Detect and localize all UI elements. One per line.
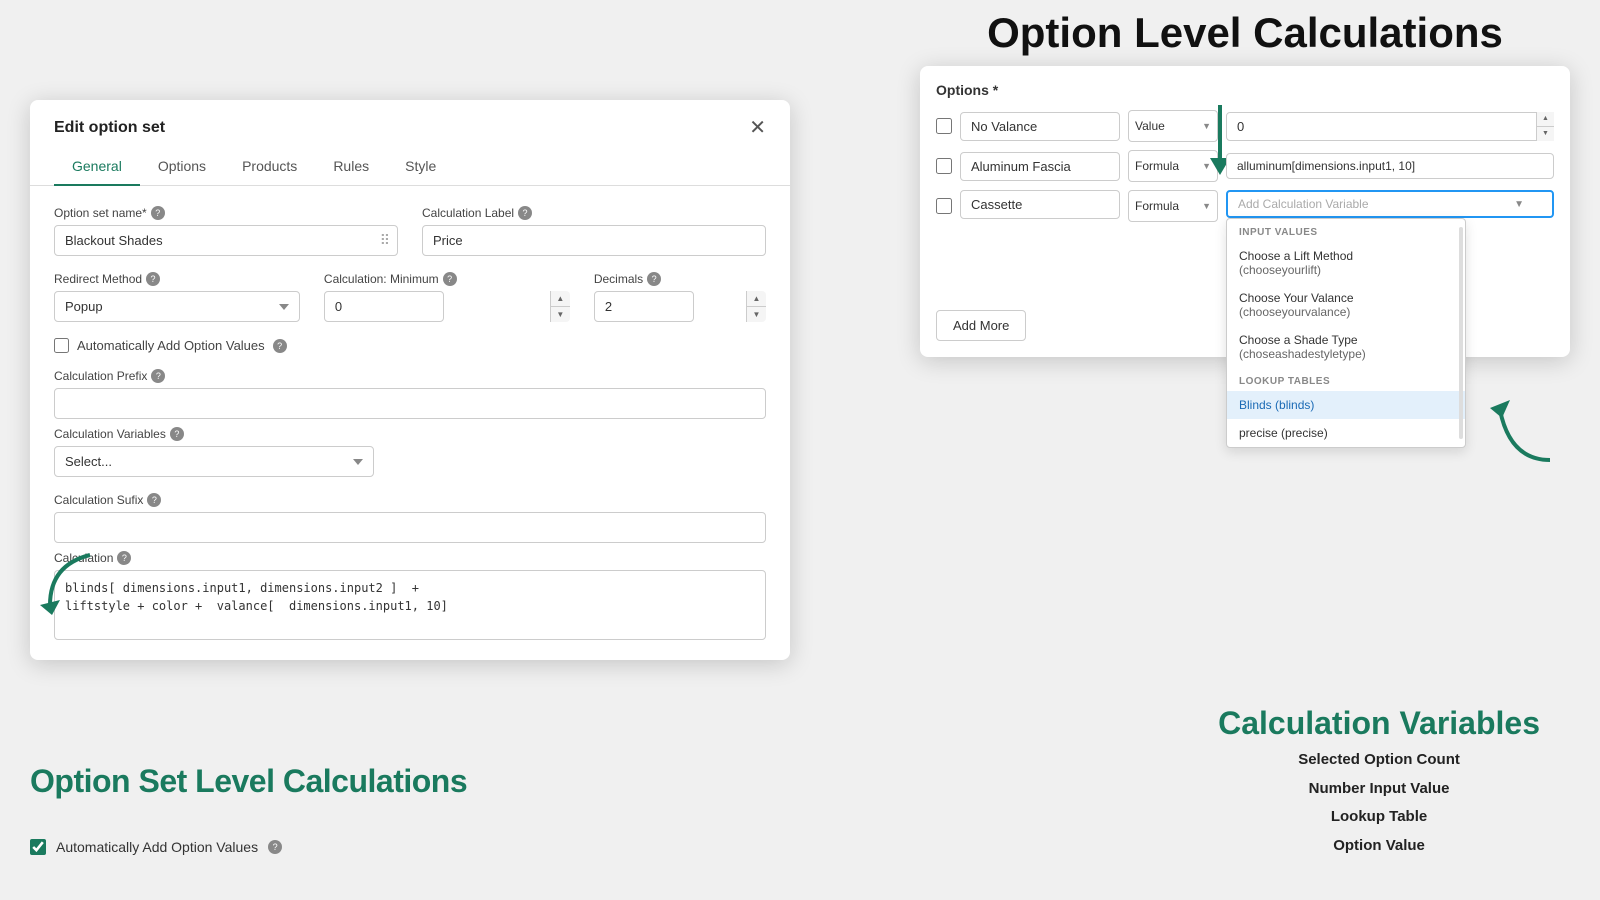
calc-prefix-label: Calculation Prefix ? <box>54 369 766 383</box>
option-row-2: Formula ▼ alluminum[dimensions.input1, 1… <box>936 150 1554 182</box>
lookup-tables-section-label: LOOKUP TABLES <box>1227 368 1465 391</box>
tab-style[interactable]: Style <box>387 148 454 186</box>
option-1-value-input[interactable] <box>1226 112 1554 141</box>
tab-products[interactable]: Products <box>224 148 315 186</box>
option-set-name-label: Option set name* ? <box>54 206 398 220</box>
option-3-name-input[interactable] <box>960 190 1120 219</box>
calculation-textarea[interactable]: blinds[ dimensions.input1, dimensions.in… <box>54 570 766 640</box>
decimals-label: Decimals ? <box>594 272 766 286</box>
calc-variables-select[interactable]: Select... <box>54 446 374 477</box>
bottom-auto-add-help-icon[interactable]: ? <box>268 840 282 854</box>
option-set-name-help-icon[interactable]: ? <box>151 206 165 220</box>
redirect-method-help-icon[interactable]: ? <box>146 272 160 286</box>
calculation-help-icon[interactable]: ? <box>117 551 131 565</box>
auto-add-label: Automatically Add Option Values <box>77 338 265 353</box>
redirect-method-label: Redirect Method ? <box>54 272 300 286</box>
calc-vars-list: Selected Option Count Number Input Value… <box>1218 746 1540 860</box>
auto-add-checkbox[interactable] <box>54 338 69 353</box>
redirect-method-select[interactable]: Popup <box>54 291 300 322</box>
dropdown-item-blinds[interactable]: Blinds (blinds) <box>1227 391 1465 419</box>
option-row-3: Formula ▼ Add Calculation Variable ▼ INP… <box>936 190 1554 222</box>
option-level-calc-title: Option Level Calculations <box>987 9 1503 56</box>
bottom-auto-add-label: Automatically Add Option Values <box>56 839 258 855</box>
calc-minimum-input[interactable] <box>324 291 444 322</box>
option-2-name-input[interactable] <box>960 152 1120 181</box>
tab-rules[interactable]: Rules <box>315 148 387 186</box>
option-1-checkbox[interactable] <box>936 118 952 134</box>
calc-label-input[interactable] <box>422 225 766 256</box>
option-3-calc-var-input[interactable]: Add Calculation Variable ▼ <box>1226 190 1554 218</box>
calc-minimum-down-btn[interactable]: ▼ <box>551 307 570 322</box>
calc-vars-item-1: Selected Option Count <box>1218 746 1540 775</box>
calculation-field-label: Calculation ? <box>54 551 766 565</box>
arrow-right-formula <box>1480 380 1560 500</box>
options-header: Options * <box>936 82 1554 98</box>
dropdown-item-precise[interactable]: precise (precise) <box>1227 419 1465 447</box>
input-values-section-label: INPUT VALUES <box>1227 219 1465 242</box>
edit-icon: ⠿ <box>380 232 390 249</box>
option-set-name-input[interactable] <box>54 225 398 256</box>
option-1-value-up-btn[interactable]: ▲ <box>1537 112 1554 127</box>
edit-option-set-modal: Edit option set ✕ General Options Produc… <box>30 100 790 660</box>
tab-general[interactable]: General <box>54 148 140 186</box>
option-set-level-title: Option Set Level Calculations <box>30 763 467 800</box>
option-1-name-input[interactable] <box>960 112 1120 141</box>
option-3-checkbox[interactable] <box>936 198 952 214</box>
tab-options[interactable]: Options <box>140 148 224 186</box>
decimals-up-btn[interactable]: ▲ <box>747 291 766 307</box>
calc-variables-label: Calculation Variables ? <box>54 427 766 441</box>
decimals-help-icon[interactable]: ? <box>647 272 661 286</box>
calc-vars-item-3: Lookup Table <box>1218 803 1540 832</box>
tab-bar: General Options Products Rules Style <box>30 148 790 186</box>
calc-vars-item-4: Option Value <box>1218 832 1540 861</box>
option-2-calc-var-display[interactable]: alluminum[dimensions.input1, 10] <box>1226 153 1554 179</box>
dropdown-item-valance[interactable]: Choose Your Valance(chooseyourvalance) <box>1227 284 1465 326</box>
calc-minimum-up-btn[interactable]: ▲ <box>551 291 570 307</box>
calc-variables-help-icon[interactable]: ? <box>170 427 184 441</box>
calc-label-label: Calculation Label ? <box>422 206 766 220</box>
option-row-1: Value ▼ ▲ ▼ <box>936 110 1554 142</box>
arrow-left-bottom <box>30 545 110 625</box>
close-button[interactable]: ✕ <box>749 118 766 138</box>
decimals-down-btn[interactable]: ▼ <box>747 307 766 322</box>
decimals-input[interactable] <box>594 291 694 322</box>
option-3-type-select[interactable]: Formula ▼ <box>1128 190 1218 222</box>
calc-vars-bottom-title: Calculation Variables <box>1218 705 1540 742</box>
add-more-button[interactable]: Add More <box>936 310 1026 341</box>
option-1-value-down-btn[interactable]: ▼ <box>1537 127 1554 141</box>
option-2-checkbox[interactable] <box>936 158 952 174</box>
dropdown-item-shade[interactable]: Choose a Shade Type(choseashadestyletype… <box>1227 326 1465 368</box>
dropdown-chevron-icon: ▼ <box>1514 199 1524 210</box>
auto-add-help-icon[interactable]: ? <box>273 339 287 353</box>
calc-minimum-label: Calculation: Minimum ? <box>324 272 570 286</box>
calc-prefix-help-icon[interactable]: ? <box>151 369 165 383</box>
calc-suffix-label: Calculation Sufix ? <box>54 493 766 507</box>
calc-var-dropdown-menu: INPUT VALUES Choose a Lift Method(choose… <box>1226 218 1466 448</box>
dropdown-scrollbar[interactable] <box>1459 227 1463 439</box>
modal-title: Edit option set <box>54 119 165 137</box>
calc-minimum-help-icon[interactable]: ? <box>443 272 457 286</box>
dropdown-item-lift[interactable]: Choose a Lift Method(chooseyourlift) <box>1227 242 1465 284</box>
calc-suffix-input[interactable] <box>54 512 766 543</box>
bottom-auto-add-checkbox[interactable] <box>30 839 46 855</box>
calc-label-help-icon[interactable]: ? <box>518 206 532 220</box>
calc-prefix-input[interactable] <box>54 388 766 419</box>
calc-vars-item-2: Number Input Value <box>1218 775 1540 804</box>
calc-suffix-help-icon[interactable]: ? <box>147 493 161 507</box>
